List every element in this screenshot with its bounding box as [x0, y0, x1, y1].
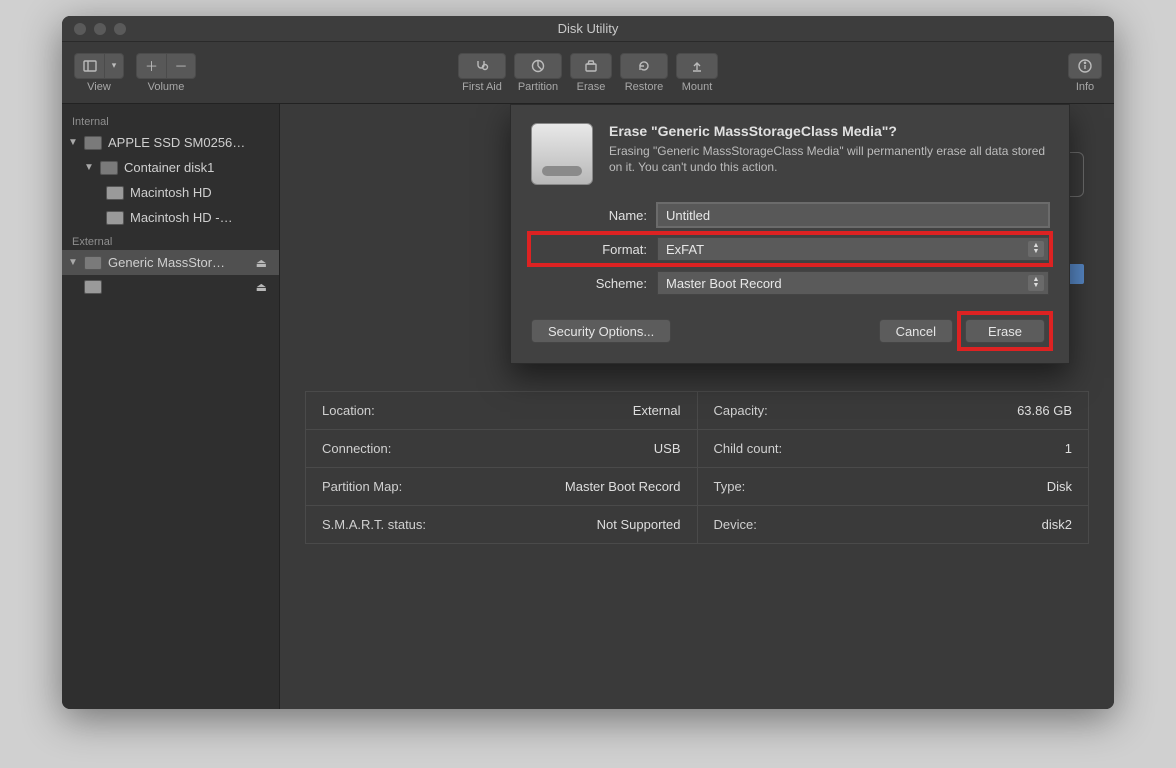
- eject-icon[interactable]: ⏏: [252, 280, 271, 294]
- format-value: ExFAT: [666, 242, 704, 257]
- sidebar-item-apple-ssd[interactable]: ▼ APPLE SSD SM0256…: [62, 130, 279, 155]
- security-options-button[interactable]: Security Options...: [531, 319, 671, 343]
- erase-icon: [583, 58, 599, 74]
- sidebar: Internal ▼ APPLE SSD SM0256… ▼ Container…: [62, 104, 280, 709]
- stethoscope-icon: [474, 58, 490, 74]
- stepper-arrows-icon: ▲▼: [1028, 241, 1044, 257]
- sidebar-item-container[interactable]: ▼ Container disk1: [62, 155, 279, 180]
- detail-child-count: Child count:1: [698, 430, 1089, 468]
- volume-remove-button[interactable]: －: [166, 53, 196, 79]
- toolbar-erase-label: Erase: [577, 81, 606, 93]
- external-disk-icon: [84, 256, 102, 270]
- sidebar-internal-header: Internal: [62, 110, 279, 130]
- toolbar-partition-label: Partition: [518, 81, 558, 93]
- sidebar-icon: [82, 58, 98, 74]
- detail-device: Device:disk2: [698, 506, 1089, 543]
- toolbar-restore-label: Restore: [625, 81, 664, 93]
- info-button[interactable]: [1068, 53, 1102, 79]
- volume-icon: [84, 280, 102, 294]
- sidebar-external-header: External: [62, 230, 279, 250]
- mount-icon: [689, 58, 705, 74]
- toolbar-volume-label: Volume: [148, 81, 185, 93]
- name-label: Name:: [531, 208, 657, 223]
- hard-disk-icon: [531, 123, 593, 185]
- pie-icon: [530, 58, 546, 74]
- toolbar-info-label: Info: [1076, 81, 1094, 93]
- view-sidebar-button[interactable]: [74, 53, 104, 79]
- view-menu-button[interactable]: ▾: [104, 53, 124, 79]
- container-icon: [100, 161, 118, 175]
- erase-confirm-button[interactable]: Erase: [965, 319, 1045, 343]
- toolbar-view-label: View: [87, 81, 111, 93]
- sidebar-item-macintosh-hd-data[interactable]: Macintosh HD -…: [62, 205, 279, 230]
- eject-icon[interactable]: ⏏: [252, 256, 271, 270]
- toolbar: ▾ View ＋ － Volume First Aid: [62, 42, 1114, 104]
- sidebar-item-macintosh-hd[interactable]: Macintosh HD: [62, 180, 279, 205]
- first-aid-button[interactable]: [458, 53, 506, 79]
- detail-location: Location:External: [306, 392, 697, 430]
- name-field[interactable]: [657, 203, 1049, 227]
- minus-icon: －: [174, 56, 187, 75]
- volume-icon: [106, 186, 124, 200]
- volume-add-button[interactable]: ＋: [136, 53, 166, 79]
- dialog-title: Erase "Generic MassStorageClass Media"?: [609, 123, 1049, 139]
- cancel-button[interactable]: Cancel: [879, 319, 953, 343]
- main-content: 63.86 GB Location:External Connection:US…: [280, 104, 1114, 709]
- plus-icon: ＋: [145, 56, 158, 75]
- dialog-subtitle: Erasing "Generic MassStorageClass Media"…: [609, 143, 1049, 175]
- disk-icon: [84, 136, 102, 150]
- scheme-popup[interactable]: Master Boot Record ▲▼: [657, 271, 1049, 295]
- disk-utility-window: Disk Utility ▾ View ＋ －: [62, 16, 1114, 709]
- detail-connection: Connection:USB: [306, 430, 697, 468]
- sidebar-item-generic-child[interactable]: ⏏: [62, 275, 279, 299]
- sidebar-item-generic-media[interactable]: ▼ Generic MassStor… ⏏: [62, 250, 279, 275]
- chevron-down-icon: ▾: [112, 60, 117, 71]
- erase-dialog: Erase "Generic MassStorageClass Media"? …: [510, 104, 1070, 364]
- detail-partition-map: Partition Map:Master Boot Record: [306, 468, 697, 506]
- scheme-label: Scheme:: [531, 276, 657, 291]
- disclosure-triangle-icon[interactable]: ▼: [68, 257, 78, 268]
- disclosure-triangle-icon[interactable]: ▼: [84, 162, 94, 173]
- toolbar-firstaid-label: First Aid: [462, 81, 502, 93]
- restore-icon: [636, 58, 652, 74]
- disclosure-triangle-icon[interactable]: ▼: [68, 137, 78, 148]
- detail-smart-status: S.M.A.R.T. status:Not Supported: [306, 506, 697, 543]
- scheme-value: Master Boot Record: [666, 276, 782, 291]
- volume-icon: [106, 211, 124, 225]
- info-icon: [1077, 58, 1093, 74]
- erase-button-toolbar[interactable]: [570, 53, 612, 79]
- window-title: Disk Utility: [62, 21, 1114, 36]
- toolbar-mount-label: Mount: [682, 81, 713, 93]
- detail-type: Type:Disk: [698, 468, 1089, 506]
- format-popup[interactable]: ExFAT ▲▼: [657, 237, 1049, 261]
- stepper-arrows-icon: ▲▼: [1028, 275, 1044, 291]
- details-table: Location:External Connection:USB Partiti…: [305, 391, 1089, 544]
- partition-button[interactable]: [514, 53, 562, 79]
- format-label: Format:: [531, 242, 657, 257]
- titlebar: Disk Utility: [62, 16, 1114, 42]
- mount-button[interactable]: [676, 53, 718, 79]
- restore-button[interactable]: [620, 53, 668, 79]
- detail-capacity: Capacity:63.86 GB: [698, 392, 1089, 430]
